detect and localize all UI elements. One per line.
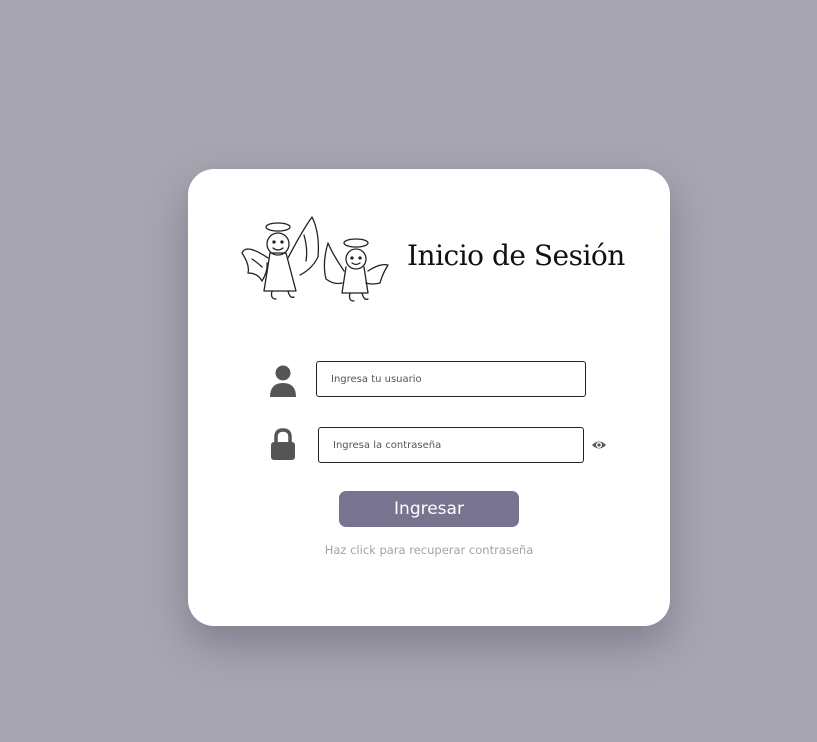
user-icon (270, 365, 296, 397)
lock-icon (271, 428, 295, 460)
recover-password-link[interactable]: Haz click para recuperar contraseña (188, 543, 670, 557)
angels-logo (241, 216, 389, 302)
login-card: Inicio de Sesión Ingresar Haz click para… (188, 169, 670, 626)
username-input[interactable] (316, 361, 586, 397)
password-input[interactable] (318, 427, 584, 463)
login-button[interactable]: Ingresar (339, 491, 519, 527)
eye-icon[interactable] (591, 438, 607, 452)
page-title: Inicio de Sesión (407, 239, 625, 272)
